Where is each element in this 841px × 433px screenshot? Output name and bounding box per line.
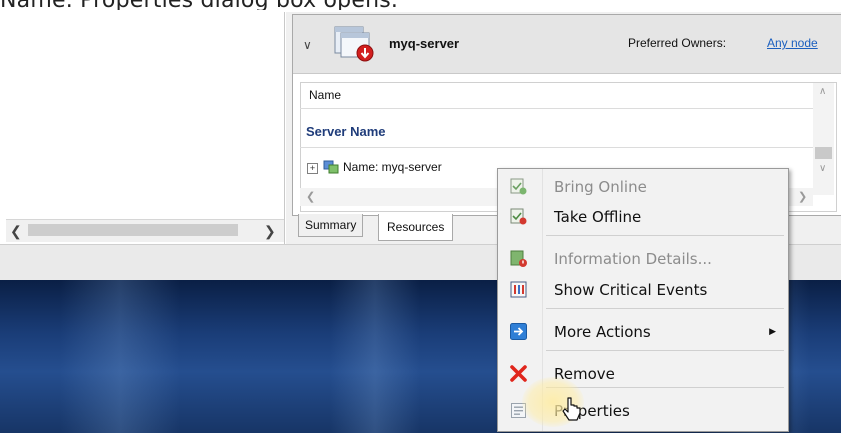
scroll-down-arrow-icon[interactable]: ∨ [819,163,826,174]
menu-item-more-actions[interactable]: More Actions ▶ [498,314,788,350]
menu-item-take-offline[interactable]: Take Offline [498,199,788,235]
submenu-arrow-icon: ▶ [769,326,776,336]
menu-item-label: Bring Online [554,178,647,196]
scrollbar-thumb[interactable] [28,224,238,236]
scrollbar-thumb[interactable] [815,147,832,159]
list-item[interactable]: Name: myq-server [343,160,442,174]
tab-resources[interactable]: Resources [378,214,454,241]
light-streak [330,280,420,433]
resource-title: myq-server [389,36,460,51]
scroll-up-arrow-icon[interactable]: ∧ [819,86,826,97]
navigation-tree-pane[interactable] [6,12,285,244]
menu-separator [546,387,784,388]
critical-events-icon [510,281,527,298]
menu-item-label: Show Critical Events [554,281,708,299]
preferred-owners-label: Preferred Owners: [628,36,727,50]
list-vertical-scrollbar[interactable]: ∧ ∨ [813,83,834,195]
menu-item-label: Take Offline [554,208,642,226]
mouse-pointer-icon [562,397,581,421]
left-pane-horizontal-scrollbar[interactable]: ❮ ❯ [6,219,284,242]
take-offline-icon [510,208,527,225]
column-header-name[interactable]: Name [309,88,341,102]
menu-separator [546,350,784,351]
menu-item-label: More Actions [554,323,651,341]
bring-online-icon [510,178,527,195]
preferred-owners-link[interactable]: Any node [767,36,818,50]
information-details-icon [510,250,527,267]
group-divider [300,147,813,148]
expand-icon[interactable]: + [307,163,318,174]
remove-icon [510,365,527,382]
light-streak [60,280,180,433]
scroll-right-arrow-icon[interactable]: ❯ [264,223,276,240]
scroll-left-arrow-icon[interactable]: ❮ [306,190,315,203]
more-actions-icon [510,323,527,340]
tutorial-caption: Name. Properties dialog box opens. [0,0,841,10]
resource-name-icon [323,160,339,174]
group-heading: Server Name [306,124,386,139]
menu-item-show-critical-events[interactable]: Show Critical Events [498,272,788,308]
menu-separator [546,308,784,309]
tab-summary[interactable]: Summary [298,214,364,237]
collapse-chevron-icon[interactable]: ∨ [303,38,312,52]
menu-item-label: Information Details... [554,250,712,268]
scroll-right-arrow-icon[interactable]: ❯ [798,190,807,203]
server-role-icon [334,26,374,62]
scroll-left-arrow-icon[interactable]: ❮ [10,223,22,240]
menu-separator [546,235,784,236]
header-divider [300,108,813,109]
